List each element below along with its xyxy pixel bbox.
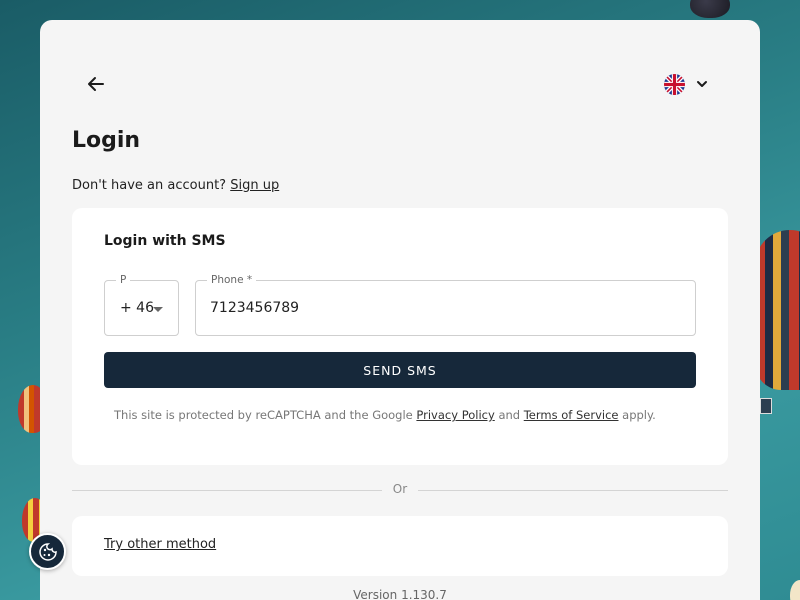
page-title: Login <box>72 128 141 153</box>
background-balloon <box>790 580 800 600</box>
background-balloon <box>690 0 730 18</box>
recaptcha-text: This site is protected by reCAPTCHA and … <box>114 408 413 422</box>
phone-value[interactable]: 7123456789 <box>210 300 299 316</box>
terms-of-service-link[interactable]: Terms of Service <box>524 408 619 422</box>
country-code-value: + 46 <box>120 300 154 316</box>
recaptcha-notice: This site is protected by reCAPTCHA and … <box>114 408 656 422</box>
arrow-left-icon <box>88 77 104 91</box>
uk-flag-icon <box>664 73 685 95</box>
signup-link[interactable]: Sign up <box>230 178 279 193</box>
send-sms-button[interactable]: SEND SMS <box>104 352 696 388</box>
cookie-settings-button[interactable] <box>29 533 66 570</box>
phone-label: Phone * <box>207 272 257 288</box>
signup-prompt: Don't have an account? Sign up <box>72 178 279 193</box>
sms-login-title: Login with SMS <box>104 233 226 249</box>
recaptcha-and: and <box>498 408 521 422</box>
divider-line-right <box>418 490 728 491</box>
no-account-text: Don't have an account? <box>72 178 227 193</box>
background-balloon <box>755 230 800 390</box>
try-other-method-link[interactable]: Try other method <box>104 537 216 552</box>
phone-field[interactable]: Phone * 7123456789 <box>195 272 696 336</box>
country-code-select[interactable]: P + 46 <box>104 272 179 336</box>
divider-label: Or <box>392 482 408 496</box>
chevron-down-icon <box>697 81 707 87</box>
recaptcha-apply: apply. <box>622 408 656 422</box>
cookie-icon <box>38 542 57 561</box>
country-code-label: P <box>116 272 131 288</box>
version-text: Version 1.130.7 <box>353 588 447 600</box>
privacy-policy-link[interactable]: Privacy Policy <box>416 408 494 422</box>
background-balloon-basket <box>760 398 772 414</box>
dropdown-arrow-icon <box>153 307 163 312</box>
back-button[interactable] <box>80 68 112 100</box>
divider-line-left <box>72 490 382 491</box>
language-selector[interactable] <box>664 70 720 98</box>
